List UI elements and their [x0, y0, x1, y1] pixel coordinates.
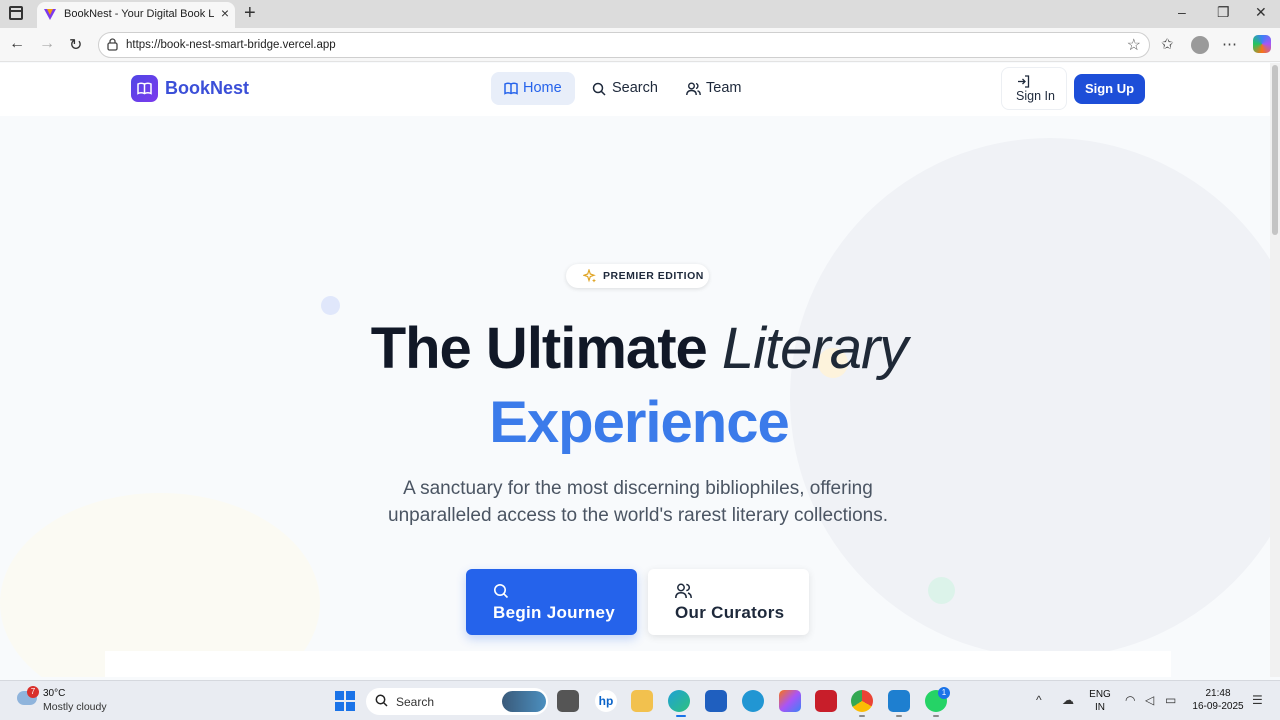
whatsapp-badge: 1	[938, 687, 950, 699]
sign-in-button[interactable]: Sign In	[1001, 67, 1067, 110]
hero-title-italic: Literary	[721, 316, 908, 381]
nav-team-label: Team	[706, 80, 742, 96]
browser-tab-bar: BookNest - Your Digital Book Library × +…	[0, 0, 1280, 28]
weather-temperature[interactable]: 30°C	[43, 688, 65, 699]
tab-close-icon[interactable]: ×	[221, 5, 229, 21]
task-view-icon[interactable]	[557, 690, 579, 712]
url-text: https://book-nest-smart-bridge.vercel.ap…	[126, 39, 336, 51]
whatsapp-running-indicator	[933, 715, 939, 717]
sign-in-label: Sign In	[1016, 89, 1055, 103]
chrome-icon[interactable]	[851, 690, 873, 712]
vscode-running-indicator	[896, 715, 902, 717]
favorite-star-icon[interactable]: ☆	[1127, 35, 1141, 55]
vscode-icon[interactable]	[888, 690, 910, 712]
close-window-icon[interactable]: ✕	[1255, 4, 1267, 21]
copilot-app-icon[interactable]	[779, 690, 801, 712]
favorites-icon[interactable]: ✩	[1161, 35, 1174, 53]
users-icon	[686, 82, 701, 96]
hero-title-accent: Experience	[489, 390, 790, 455]
search-highlight-art	[502, 691, 546, 712]
background-blob	[0, 493, 320, 677]
lock-icon	[107, 38, 118, 51]
browser-toolbar: ← → ↻ https://book-nest-smart-bridge.ver…	[0, 28, 1280, 62]
search-icon	[592, 82, 606, 96]
help-app-icon[interactable]	[742, 690, 764, 712]
edge-active-indicator	[676, 715, 686, 717]
hp-app-icon[interactable]: hp	[595, 690, 617, 712]
hero-title-line1: The Ultimate Literary	[0, 310, 1270, 388]
file-explorer-icon[interactable]	[631, 690, 653, 712]
taskbar-search-label: Search	[396, 695, 435, 709]
windows-taskbar: 7 30°C Mostly cloudy Search hp 1 ^ ☁ ENG…	[0, 680, 1280, 720]
nav-home[interactable]: Home	[491, 72, 575, 105]
login-icon	[1018, 75, 1030, 88]
clock-time[interactable]: 21:48	[1190, 688, 1246, 699]
show-hidden-icons-icon[interactable]: ^	[1036, 693, 1042, 707]
logo-book-icon[interactable]	[131, 75, 158, 102]
tab-title: BookNest - Your Digital Book Library	[64, 8, 214, 20]
begin-journey-button[interactable]: Begin Journey	[466, 569, 637, 635]
language-bottom[interactable]: IN	[1088, 702, 1112, 713]
search-icon	[375, 694, 388, 707]
onedrive-icon[interactable]: ☁	[1062, 693, 1074, 707]
site-header: BookNest Home Search Team Sign In Sign U…	[0, 63, 1270, 116]
begin-journey-label: Begin Journey	[493, 603, 615, 622]
book-open-icon	[504, 82, 518, 95]
forward-icon[interactable]: →	[39, 35, 55, 53]
more-menu-icon[interactable]: ⋯	[1222, 35, 1237, 53]
scrollbar-thumb[interactable]	[1272, 65, 1278, 235]
copilot-icon[interactable]	[1253, 35, 1271, 53]
sign-up-button[interactable]: Sign Up	[1074, 74, 1145, 104]
refresh-icon[interactable]: ↻	[69, 35, 82, 55]
chrome-running-indicator	[859, 715, 865, 717]
decorative-dot-green	[928, 577, 955, 604]
hero-title-bold: The Ultimate	[370, 316, 708, 381]
badge-label: PREMIER EDITION	[603, 270, 704, 282]
address-bar[interactable]: https://book-nest-smart-bridge.vercel.ap…	[98, 32, 1150, 58]
language-top[interactable]: ENG	[1088, 689, 1112, 700]
new-tab-icon[interactable]: +	[244, 2, 256, 25]
premier-edition-badge: PREMIER EDITION	[566, 264, 709, 288]
nav-search-label: Search	[612, 80, 658, 96]
page: BookNest Home Search Team Sign In Sign U…	[0, 63, 1270, 677]
wifi-icon[interactable]: ◠	[1125, 693, 1135, 707]
search-icon	[494, 584, 509, 599]
nav-search[interactable]: Search	[586, 72, 666, 105]
our-curators-label: Our Curators	[675, 603, 785, 622]
browser-tab-active[interactable]: BookNest - Your Digital Book Library ×	[37, 2, 235, 28]
nav-home-label: Home	[523, 80, 562, 96]
taskbar-search[interactable]: Search	[366, 688, 548, 715]
back-icon[interactable]: ←	[9, 35, 25, 53]
logo-text[interactable]: BookNest	[165, 78, 249, 99]
volume-muted-icon[interactable]: ◁	[1145, 693, 1154, 707]
hero-subtitle: A sanctuary for the most discerning bibl…	[388, 478, 888, 526]
clock-date[interactable]: 16-09-2025	[1186, 701, 1250, 712]
edge-browser-icon[interactable]	[668, 690, 690, 712]
minimize-icon[interactable]: –	[1178, 4, 1186, 20]
battery-icon[interactable]: ▭	[1165, 693, 1176, 707]
maximize-icon[interactable]: ❐	[1217, 4, 1230, 21]
nav-team[interactable]: Team	[680, 72, 752, 105]
sparkles-icon	[583, 269, 596, 283]
vercel-favicon-icon	[44, 9, 56, 20]
profile-avatar-icon[interactable]	[1191, 36, 1209, 54]
users-icon	[675, 583, 692, 599]
weather-description[interactable]: Mostly cloudy	[43, 701, 107, 713]
store-icon[interactable]	[705, 690, 727, 712]
content-card	[105, 651, 1171, 677]
page-scrollbar[interactable]	[1270, 63, 1280, 677]
mcafee-icon[interactable]	[815, 690, 837, 712]
notifications-icon[interactable]: ☰	[1252, 693, 1263, 707]
windows-start-icon[interactable]	[335, 691, 355, 711]
tab-actions-icon[interactable]	[9, 6, 23, 20]
weather-alert-badge: 7	[27, 686, 39, 698]
our-curators-button[interactable]: Our Curators	[648, 569, 809, 635]
